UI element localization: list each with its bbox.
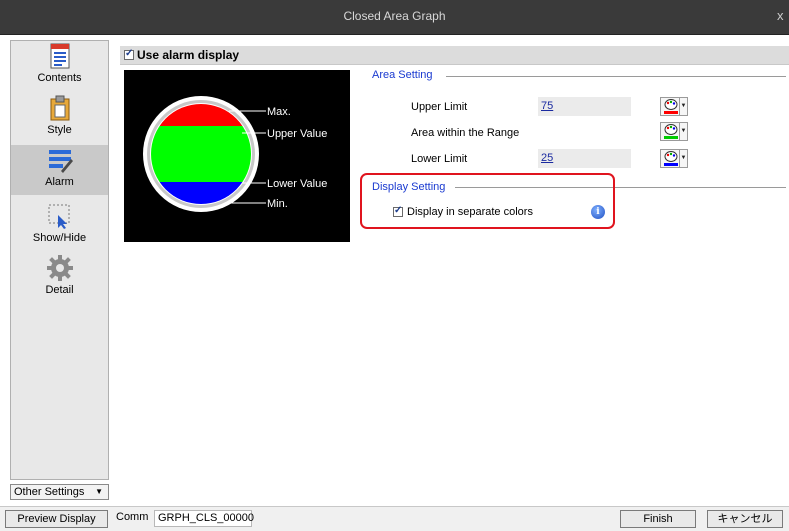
info-icon[interactable]: i (591, 205, 605, 219)
sidebar-item-contents[interactable]: Contents (11, 41, 108, 91)
chevron-down-icon[interactable]: ▼ (679, 150, 687, 167)
sidebar-item-label: Style (47, 124, 72, 136)
title-bar: Closed Area Graph x (0, 0, 789, 35)
range-label: Area within the Range (411, 127, 520, 139)
sidebar-item-label: Contents (37, 72, 82, 84)
sidebar-item-alarm[interactable]: Alarm (11, 145, 108, 195)
palette-icon (664, 99, 678, 110)
chevron-down-icon[interactable]: ▼ (679, 123, 687, 140)
sidebar-item-detail[interactable]: Detail (11, 253, 108, 303)
lower-limit-label: Lower Limit (411, 153, 468, 165)
use-alarm-label: Use alarm display (137, 48, 240, 62)
palette-icon (664, 124, 678, 135)
upper-limit-value: 75 (541, 100, 554, 112)
show-hide-icon (48, 204, 70, 229)
chevron-down-icon[interactable]: ▼ (679, 98, 687, 115)
upper-value-label: Upper Value (267, 128, 327, 140)
range-area (151, 126, 251, 182)
sidebar-item-style[interactable]: Style (11, 93, 108, 143)
detail-icon (47, 255, 73, 281)
lower-limit-value: 25 (541, 152, 554, 164)
other-settings-dropdown[interactable]: Other Settings ▼ (10, 484, 109, 500)
window-title: Closed Area Graph (343, 9, 446, 23)
sidebar: Contents Style Alarm Show/Hide Detail (10, 40, 109, 480)
style-icon (50, 95, 70, 121)
chevron-down-icon: ▼ (95, 487, 103, 496)
divider (446, 76, 786, 77)
sidebar-item-label: Alarm (45, 176, 74, 188)
range-color-button[interactable]: ▼ (660, 122, 688, 141)
sidebar-item-show-hide[interactable]: Show/Hide (11, 201, 108, 251)
cancel-button[interactable]: キャンセル (707, 510, 783, 528)
alarm-icon (49, 150, 73, 173)
comm-label: Comm (116, 511, 149, 523)
range-color-swatch (664, 136, 678, 139)
upper-limit-color-swatch (664, 111, 678, 114)
lower-value-label: Lower Value (267, 178, 327, 190)
closed-area-graph-preview: Max. Upper Value Lower Value Min. (143, 96, 327, 212)
preview-display-button[interactable]: Preview Display (5, 510, 108, 528)
use-alarm-checkbox[interactable] (124, 48, 134, 60)
palette-icon (664, 151, 678, 162)
contents-icon (50, 43, 70, 69)
graph-preview: Max. Upper Value Lower Value Min. (124, 70, 350, 242)
upper-limit-label: Upper Limit (411, 101, 468, 113)
other-settings-label: Other Settings (14, 486, 85, 498)
separate-colors-label: Display in separate colors (407, 206, 533, 218)
separate-colors-checkbox[interactable] (393, 205, 403, 217)
comm-name-field[interactable]: GRPH_CLS_00000 (154, 510, 254, 527)
highlight-frame (360, 173, 615, 229)
close-icon[interactable]: x (777, 8, 789, 23)
lower-limit-field[interactable]: 25 (538, 149, 631, 168)
max-label: Max. (267, 106, 291, 118)
alarm-header: Use alarm display (120, 46, 789, 65)
sidebar-item-label: Show/Hide (32, 232, 87, 244)
bottom-bar: Preview Display Comm GRPH_CLS_00000 Fini… (0, 506, 789, 531)
finish-button[interactable]: Finish (620, 510, 696, 528)
lower-limit-color-swatch (664, 163, 678, 166)
sidebar-item-label: Detail (45, 284, 74, 296)
lower-limit-color-button[interactable]: ▼ (660, 149, 688, 168)
upper-limit-color-button[interactable]: ▼ (660, 97, 688, 116)
upper-limit-field[interactable]: 75 (538, 97, 631, 116)
area-setting-title: Area Setting (372, 69, 433, 81)
min-label: Min. (267, 198, 288, 210)
